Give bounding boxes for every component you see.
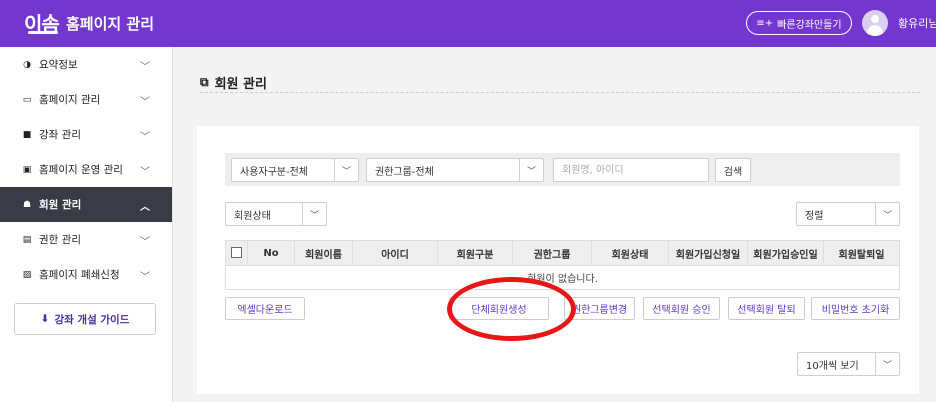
column-header: 회원구분	[437, 240, 513, 266]
column-header: 회원탈퇴일	[823, 240, 900, 266]
course-guide-button[interactable]: ⬇ 강좌 개설 가이드	[14, 303, 156, 335]
app-title: 홈페이지 관리	[66, 15, 155, 33]
excel-download-button[interactable]: 엑셀다운로드	[225, 297, 305, 320]
user-icon	[871, 15, 879, 23]
chevron-down-icon: ﹀	[875, 353, 899, 375]
user-type-select[interactable]: 사용자구분-전체 ﹀	[231, 158, 359, 182]
user-name[interactable]: 황유리님	[898, 15, 936, 31]
sidebar-item-members[interactable]: ☗ 회원 관리 ︿	[0, 187, 172, 222]
list-plus-icon: ≡+	[756, 17, 774, 29]
member-panel: 사용자구분-전체 ﹀ 권한그룹-전체 ﹀ 검색 회원상태 ﹀ 정렬 ﹀ No 회…	[197, 126, 919, 394]
approve-selected-button[interactable]: 선택회원 승인	[643, 297, 720, 320]
chevron-down-icon: ﹀	[140, 62, 150, 73]
member-table: No 회원이름 아이디 회원구분 권한그룹 회원상태 회원가입신청일 회원가입승…	[225, 240, 900, 290]
sidebar-item-permissions[interactable]: ▤ 권한 관리 ﹀	[0, 222, 172, 257]
top-bar: 이솜 홈페이지 관리 ≡+ 빠른강좌만들기 황유리님	[0, 0, 936, 47]
sidebar-item-close-request[interactable]: ▨ 홈페이지 폐쇄신청 ﹀	[0, 257, 172, 292]
sidebar-item-operations[interactable]: ▣ 홈페이지 운영 관리 ﹀	[0, 152, 172, 187]
logo[interactable]: 이솜	[24, 8, 60, 37]
bulk-member-create-button[interactable]: 단체회원생성	[449, 297, 549, 320]
id-card-icon: ▤	[22, 234, 32, 245]
search-button[interactable]: 검색	[715, 158, 751, 182]
window-icon: ⧉	[200, 75, 209, 89]
reset-password-button[interactable]: 비밀번호 초기화	[811, 297, 900, 320]
table-row: 회원이 없습니다.	[225, 265, 900, 290]
column-header: 권한그룹	[512, 240, 592, 266]
filter-bar: 사용자구분-전체 ﹀ 권한그룹-전체 ﹀ 검색	[225, 153, 900, 186]
chevron-down-icon: ﹀	[140, 237, 150, 248]
chevron-down-icon: ﹀	[302, 203, 326, 225]
column-header: 아이디	[352, 240, 438, 266]
auth-group-select[interactable]: 권한그룹-전체 ﹀	[366, 158, 544, 182]
download-icon: ⬇	[40, 313, 50, 325]
select-all-checkbox[interactable]	[225, 240, 248, 266]
window-icon: ▭	[22, 94, 32, 105]
table-header-row: No 회원이름 아이디 회원구분 권한그룹 회원상태 회원가입신청일 회원가입승…	[225, 240, 900, 266]
pie-chart-icon: ◑	[23, 59, 31, 70]
chevron-down-icon: ﹀	[875, 203, 899, 225]
empty-message: 회원이 없습니다.	[225, 265, 900, 290]
search-input[interactable]	[553, 158, 709, 182]
member-status-select[interactable]: 회원상태 ﹀	[225, 202, 327, 226]
chevron-down-icon: ﹀	[519, 159, 543, 181]
column-header: 회원상태	[591, 240, 669, 266]
sidebar-item-homepage[interactable]: ▭ 홈페이지 관리 ﹀	[0, 82, 172, 117]
column-header: 회원이름	[294, 240, 353, 266]
sort-select[interactable]: 정렬 ﹀	[796, 202, 900, 226]
monitor-icon: ▣	[22, 164, 32, 175]
chevron-down-icon: ﹀	[140, 167, 150, 178]
column-header: 회원가입신청일	[668, 240, 748, 266]
sidebar: ◑ 요약정보 ﹀ ▭ 홈페이지 관리 ﹀ ■ 강좌 관리 ﹀ ▣ 홈페이지 운영…	[0, 47, 173, 402]
book-icon: ■	[22, 129, 32, 140]
sidebar-item-summary[interactable]: ◑ 요약정보 ﹀	[0, 47, 172, 82]
avatar[interactable]	[862, 10, 888, 36]
chevron-down-icon: ﹀	[334, 159, 358, 181]
chevron-down-icon: ﹀	[140, 97, 150, 108]
sidebar-item-courses[interactable]: ■ 강좌 관리 ﹀	[0, 117, 172, 152]
chevron-down-icon: ﹀	[140, 132, 150, 143]
column-header: 회원가입승인일	[747, 240, 824, 266]
chevron-down-icon: ﹀	[140, 272, 150, 283]
chevron-up-icon: ︿	[140, 202, 150, 213]
users-icon: ☗	[22, 199, 32, 210]
divider	[200, 92, 920, 93]
change-auth-group-button[interactable]: 권한그룹변경	[564, 297, 635, 320]
page-size-select[interactable]: 10개씩 보기 ﹀	[797, 352, 900, 376]
image-icon: ▨	[22, 269, 32, 280]
quick-course-button[interactable]: ≡+ 빠른강좌만들기	[746, 11, 852, 35]
column-header: No	[247, 240, 295, 266]
withdraw-selected-button[interactable]: 선택회원 탈퇴	[728, 297, 805, 320]
page-title: ⧉ 회원 관리	[200, 75, 267, 92]
